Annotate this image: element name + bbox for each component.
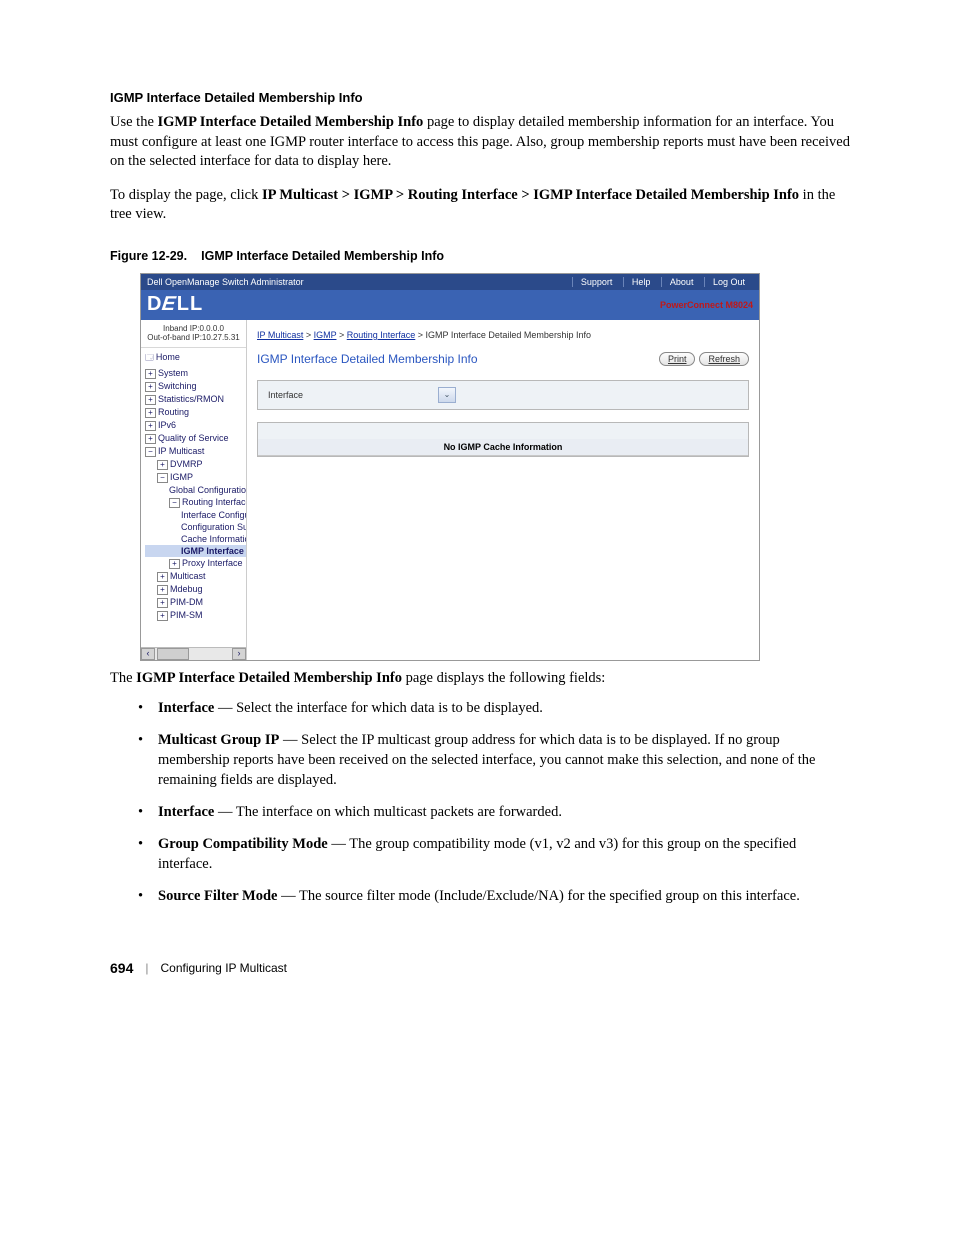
chapter-name: Configuring IP Multicast [160, 961, 287, 975]
print-button[interactable]: Print [659, 352, 696, 366]
breadcrumb: IP Multicast > IGMP > Routing Interface … [257, 326, 749, 352]
breadcrumb-routing-interface[interactable]: Routing Interface [347, 330, 416, 340]
figure-caption: Figure 12-29. IGMP Interface Detailed Mem… [110, 249, 854, 263]
field-desc: — The source filter mode (Include/Exclud… [277, 888, 799, 904]
page-number: 694 [110, 960, 133, 976]
field-term: Interface [158, 700, 214, 716]
nav-dvmrp[interactable]: +DVMRP [145, 458, 246, 471]
breadcrumb-current: IGMP Interface Detailed Membership Info [426, 330, 591, 340]
field-desc: — The interface on which multicast packe… [214, 804, 562, 820]
main-content: IP Multicast > IGMP > Routing Interface … [247, 320, 759, 660]
dell-logo: DELL [147, 293, 203, 316]
chevron-down-icon: ⌄ [444, 390, 451, 399]
nav-proxy-interface[interactable]: +Proxy Interface [145, 557, 246, 570]
paragraph-1: Use the IGMP Interface Detailed Membersh… [110, 113, 854, 172]
nav-cache-info[interactable]: Cache Information [145, 533, 246, 545]
nav-system[interactable]: +System [145, 367, 246, 380]
footer-separator: | [145, 961, 148, 975]
text: Use the [110, 114, 158, 130]
page-footer: 694 | Configuring IP Multicast [110, 960, 854, 976]
model-label: PowerConnect M8024 [660, 300, 753, 310]
nav-config-summary[interactable]: Configuration Sum [145, 521, 246, 533]
nav-hscrollbar[interactable]: ‹ › [141, 647, 246, 660]
nav-ip-block: Inband IP:0.0.0.0 Out-of-band IP:10.27.5… [141, 320, 246, 348]
paragraph-2: To display the page, click IP Multicast … [110, 186, 854, 225]
page-title: IGMP Interface Detailed Membership Info [257, 352, 478, 366]
list-item: Interface — Select the interface for whi… [158, 698, 854, 718]
nav-qos[interactable]: +Quality of Service [145, 432, 246, 445]
field-list: Interface — Select the interface for whi… [158, 698, 854, 906]
about-link[interactable]: About [661, 277, 702, 287]
bold-text: IGMP Interface Detailed Membership Info [158, 114, 424, 130]
screenshot-figure: Dell OpenManage Switch Administrator Sup… [140, 273, 760, 661]
text: To display the page, click [110, 187, 262, 203]
breadcrumb-igmp[interactable]: IGMP [314, 330, 337, 340]
scroll-right-icon[interactable]: › [232, 648, 246, 660]
nav-interface-config[interactable]: Interface Configura [145, 509, 246, 521]
nav-routing-interface[interactable]: −Routing Interface [145, 496, 246, 509]
list-item: Interface — The interface on which multi… [158, 802, 854, 822]
after-figure-text: The IGMP Interface Detailed Membership I… [110, 669, 854, 689]
nav-global-config[interactable]: Global Configuration [145, 484, 246, 496]
inband-ip: Inband IP:0.0.0.0 [143, 324, 244, 334]
oob-ip: Out-of-band IP:10.27.5.31 [143, 333, 244, 343]
no-cache-header: No IGMP Cache Information [258, 439, 748, 456]
help-link[interactable]: Help [623, 277, 659, 287]
cache-panel: No IGMP Cache Information [257, 422, 749, 457]
section-heading: IGMP Interface Detailed Membership Info [110, 90, 854, 105]
figure-title: IGMP Interface Detailed Membership Info [201, 249, 444, 263]
field-term: Multicast Group IP [158, 732, 279, 748]
nav-home[interactable]: Home [145, 351, 246, 367]
nav-ipv6[interactable]: +IPv6 [145, 419, 246, 432]
breadcrumb-ipmulticast[interactable]: IP Multicast [257, 330, 303, 340]
app-title: Dell OpenManage Switch Administrator [147, 277, 304, 287]
bold-text: IGMP Interface Detailed Membership Info [136, 670, 402, 686]
nav-pim-sm[interactable]: +PIM-SM [145, 609, 246, 622]
support-link[interactable]: Support [572, 277, 621, 287]
text: page displays the following fields: [402, 670, 605, 686]
topbar-links: Support Help About Log Out [572, 277, 753, 287]
list-item: Group Compatibility Mode — The group com… [158, 834, 854, 874]
field-desc: — Select the interface for which data is… [214, 700, 543, 716]
nav-switching[interactable]: +Switching [145, 380, 246, 393]
field-term: Source Filter Mode [158, 888, 277, 904]
nav-ipmulticast[interactable]: −IP Multicast [145, 445, 246, 458]
nav-routing[interactable]: +Routing [145, 406, 246, 419]
nav-igmp[interactable]: −IGMP [145, 471, 246, 484]
nav-statistics[interactable]: +Statistics/RMON [145, 393, 246, 406]
refresh-button[interactable]: Refresh [699, 352, 749, 366]
bold-text: IP Multicast > IGMP > Routing Interface … [262, 187, 799, 203]
nav-mdebug[interactable]: +Mdebug [145, 583, 246, 596]
nav-pim-dm[interactable]: +PIM-DM [145, 596, 246, 609]
scroll-thumb[interactable] [157, 648, 189, 660]
field-term: Interface [158, 804, 214, 820]
interface-label: Interface [268, 390, 438, 400]
logout-link[interactable]: Log Out [704, 277, 753, 287]
scroll-left-icon[interactable]: ‹ [141, 648, 155, 660]
nav-igmp-interface-detailed[interactable]: IGMP Interface D [145, 545, 246, 557]
nav-tree[interactable]: Inband IP:0.0.0.0 Out-of-band IP:10.27.5… [141, 320, 247, 660]
nav-multicast[interactable]: +Multicast [145, 570, 246, 583]
interface-panel: Interface ⌄ [257, 380, 749, 410]
interface-select[interactable]: ⌄ [438, 387, 456, 403]
text: The [110, 670, 136, 686]
list-item: Multicast Group IP — Select the IP multi… [158, 730, 854, 790]
brand-bar: DELL PowerConnect M8024 [141, 290, 759, 320]
field-term: Group Compatibility Mode [158, 836, 328, 852]
list-item: Source Filter Mode — The source filter m… [158, 886, 854, 906]
app-titlebar: Dell OpenManage Switch Administrator Sup… [141, 274, 759, 290]
figure-number: Figure 12-29. [110, 249, 187, 263]
